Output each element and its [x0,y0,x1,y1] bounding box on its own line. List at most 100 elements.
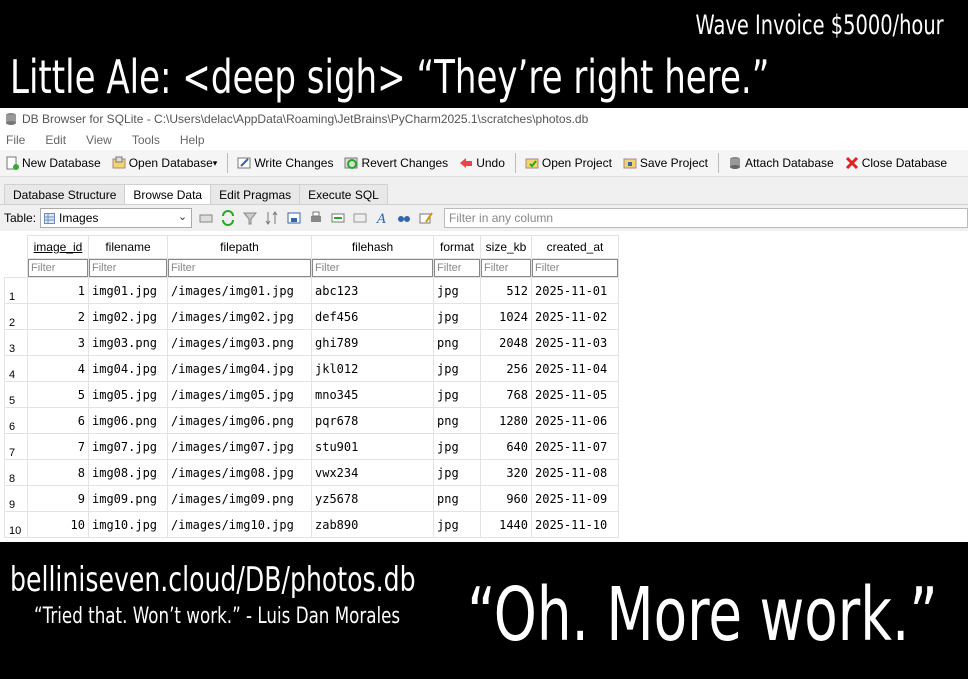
table-cell[interactable]: 1024 [480,303,532,330]
table-cell[interactable]: jpg [433,381,481,408]
table-cell[interactable]: /images/img04.jpg [167,355,312,382]
table-cell[interactable]: png [433,485,481,512]
table-cell[interactable]: 2025-11-09 [531,485,619,512]
clear-filters-icon[interactable] [242,210,258,226]
undo-button[interactable]: Undo [458,155,505,171]
table-cell[interactable]: png [433,329,481,356]
table-cell[interactable]: 4 [27,355,89,382]
table-cell[interactable]: /images/img10.jpg [167,511,312,538]
table-cell[interactable]: jpg [433,355,481,382]
column-filter-input[interactable]: Filter [28,259,88,277]
table-cell[interactable]: img04.jpg [88,355,168,382]
table-cell[interactable]: jpg [433,303,481,330]
column-header[interactable]: format [433,235,481,259]
table-row[interactable]: 3 3 img03.png/images/img03.png ghi789 png 204… [4,329,619,356]
table-row[interactable]: 10 10 img10.jpg/images/img10.jpg zab890 jpg 1… [4,511,619,538]
tab-execute-sql[interactable]: Execute SQL [299,184,388,205]
insert-record-icon[interactable] [330,210,346,226]
table-row[interactable]: 8 8 img08.jpg/images/img08.jpg vwx234 jpg 320… [4,459,619,486]
row-number[interactable]: 9 [4,485,28,512]
save-view-icon[interactable] [286,210,302,226]
table-cell[interactable]: yz5678 [311,485,434,512]
table-row[interactable]: 1 1 img01.jpg/images/img01.jpg abc123 jpg 512… [4,277,619,304]
table-cell[interactable]: 2048 [480,329,532,356]
table-cell[interactable]: jpg [433,511,481,538]
table-cell[interactable]: 2025-11-03 [531,329,619,356]
column-header[interactable]: filehash [311,235,434,259]
column-header[interactable]: filepath [167,235,312,259]
table-cell[interactable]: 2025-11-05 [531,381,619,408]
table-cell[interactable]: 2025-11-06 [531,407,619,434]
table-cell[interactable]: /images/img01.jpg [167,277,312,304]
column-filter-input[interactable]: Filter [434,259,480,277]
table-cell[interactable]: 1280 [480,407,532,434]
tab-browse-data[interactable]: Browse Data [124,184,212,205]
table-cell[interactable]: /images/img05.jpg [167,381,312,408]
table-cell[interactable]: 2025-11-01 [531,277,619,304]
table-cell[interactable]: mno345 [311,381,434,408]
table-cell[interactable]: 2025-11-04 [531,355,619,382]
table-cell[interactable]: def456 [311,303,434,330]
column-filter-input[interactable]: Filter [312,259,433,277]
table-cell[interactable]: img10.jpg [88,511,168,538]
table-select[interactable]: Images ⌄ [40,208,193,228]
table-cell[interactable]: 2025-11-08 [531,459,619,486]
open-database-button[interactable]: Open Database ▾ [111,155,218,171]
table-cell[interactable]: abc123 [311,277,434,304]
table-cell[interactable]: img02.jpg [88,303,168,330]
column-header[interactable]: image_id [27,235,89,259]
column-header[interactable]: created_at [531,235,619,259]
menu-view[interactable]: View [86,133,112,147]
table-cell[interactable]: 3 [27,329,89,356]
table-cell[interactable]: /images/img07.jpg [167,433,312,460]
table-cell[interactable]: zab890 [311,511,434,538]
tab-database-structure[interactable]: Database Structure [4,184,126,205]
table-cell[interactable]: 8 [27,459,89,486]
menu-tools[interactable]: Tools [132,133,160,147]
column-filter-input[interactable]: Filter [532,259,618,277]
column-filter-input[interactable]: Filter [481,259,531,277]
table-cell[interactable]: 1 [27,277,89,304]
sort-icon[interactable] [264,210,280,226]
font-icon[interactable]: A [374,210,390,226]
close-database-button[interactable]: Close Database [844,155,947,171]
table-cell[interactable]: 768 [480,381,532,408]
table-cell[interactable]: img05.jpg [88,381,168,408]
delete-record-icon[interactable] [352,210,368,226]
table-cell[interactable]: jpg [433,433,481,460]
table-cell[interactable]: jpg [433,459,481,486]
tab-edit-pragmas[interactable]: Edit Pragmas [210,184,301,205]
table-cell[interactable]: ghi789 [311,329,434,356]
table-cell[interactable]: jpg [433,277,481,304]
row-number[interactable]: 2 [4,303,28,330]
menu-file[interactable]: File [6,133,25,147]
row-number[interactable]: 4 [4,355,28,382]
row-number[interactable]: 7 [4,433,28,460]
refresh-table-icon[interactable] [198,210,214,226]
column-filter-input[interactable]: Filter [89,259,167,277]
write-changes-button[interactable]: Write Changes [236,155,333,171]
table-cell[interactable]: /images/img08.jpg [167,459,312,486]
edit-cell-icon[interactable] [418,210,434,226]
column-filter-input[interactable]: Filter [168,259,311,277]
table-cell[interactable]: 320 [480,459,532,486]
refresh-icon[interactable] [220,210,236,226]
row-number[interactable]: 10 [4,511,28,538]
find-icon[interactable] [396,210,412,226]
menu-edit[interactable]: Edit [45,133,66,147]
table-cell[interactable]: 512 [480,277,532,304]
table-cell[interactable]: 256 [480,355,532,382]
table-cell[interactable]: /images/img09.png [167,485,312,512]
table-cell[interactable]: pqr678 [311,407,434,434]
table-cell[interactable]: img07.jpg [88,433,168,460]
table-row[interactable]: 7 7 img07.jpg/images/img07.jpg stu901 jpg 640… [4,433,619,460]
row-number[interactable]: 1 [4,277,28,304]
row-number[interactable]: 8 [4,459,28,486]
open-database-dropdown-icon[interactable]: ▾ [213,158,218,169]
table-cell[interactable]: 960 [480,485,532,512]
table-cell[interactable]: 640 [480,433,532,460]
table-cell[interactable]: stu901 [311,433,434,460]
table-cell[interactable]: img08.jpg [88,459,168,486]
global-filter-input[interactable]: Filter in any column [444,208,968,228]
table-cell[interactable]: /images/img02.jpg [167,303,312,330]
